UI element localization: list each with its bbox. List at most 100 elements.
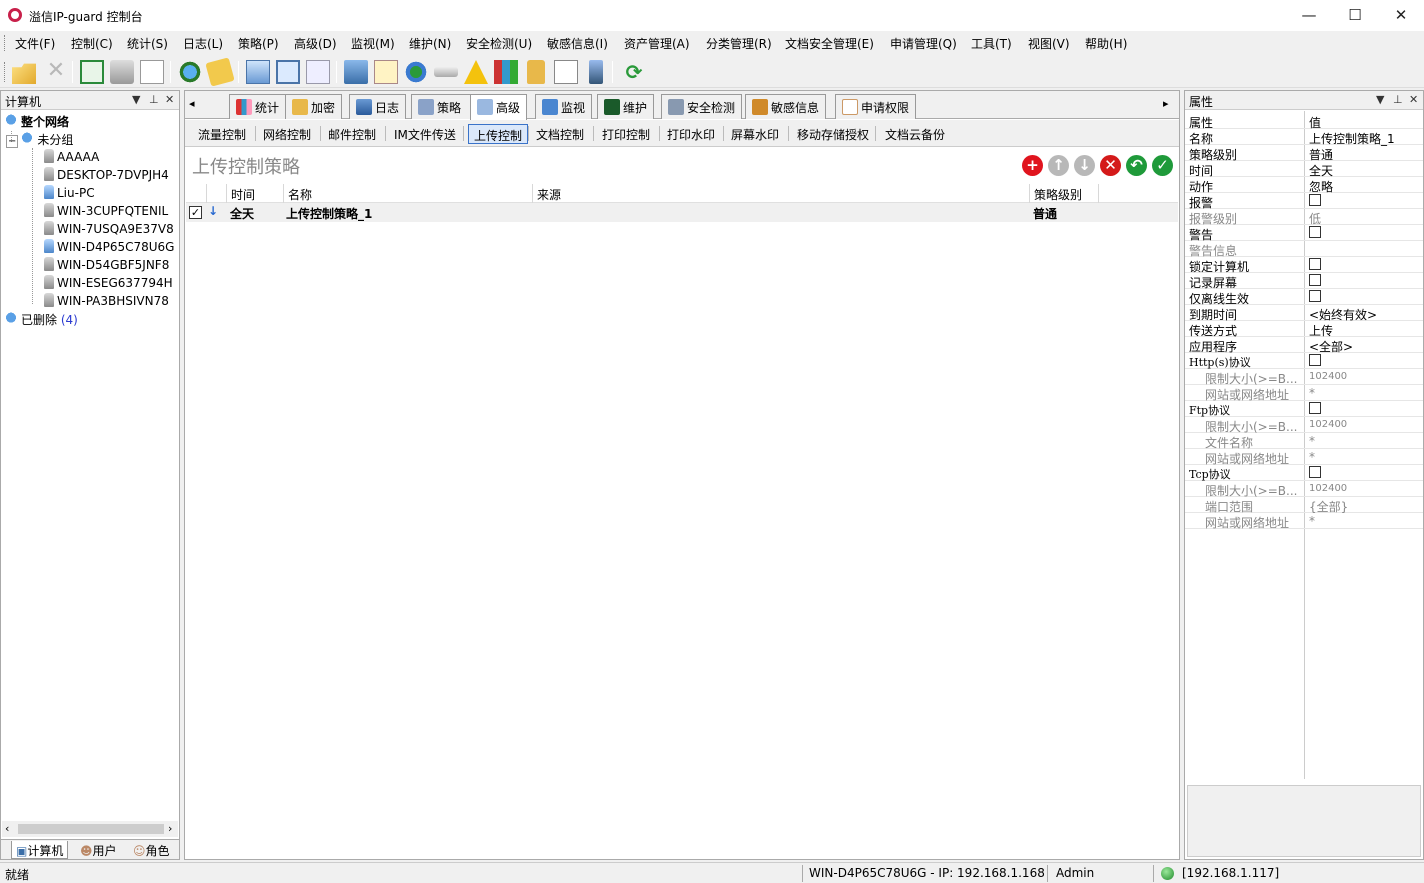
col-source[interactable]: 来源 — [537, 186, 561, 203]
pane-menu-icon[interactable]: ▼ — [1376, 93, 1384, 106]
col-name[interactable]: 名称 — [288, 186, 312, 203]
tab-log[interactable]: 日志 — [349, 94, 407, 119]
property-row[interactable]: 网站或网络地址 * — [1185, 513, 1423, 530]
menu-monitor[interactable]: 监视(M) — [351, 35, 395, 52]
disk-icon[interactable] — [434, 67, 458, 77]
menu-policy[interactable]: 策略(P) — [238, 35, 279, 52]
scroll-right-icon[interactable]: › — [168, 822, 172, 835]
menu-requests[interactable]: 申请管理(Q) — [890, 35, 957, 52]
property-row[interactable]: Http(s)协议 — [1185, 353, 1423, 369]
menubar-grip[interactable] — [4, 35, 7, 51]
property-value[interactable]: * — [1309, 450, 1315, 464]
property-row[interactable]: 时间 全天 — [1185, 161, 1423, 178]
property-row[interactable]: 传送方式 上传 — [1185, 321, 1423, 338]
tree-computer-selected[interactable]: WIN-D4P65C78U6G — [44, 239, 174, 257]
property-checkbox[interactable] — [1309, 226, 1321, 238]
menu-statistics[interactable]: 统计(S) — [127, 35, 168, 52]
tab-statistics[interactable]: 统计 — [229, 94, 287, 119]
subtab-screen-watermark[interactable]: 屏幕水印 — [726, 124, 784, 144]
property-checkbox[interactable] — [1309, 194, 1321, 206]
menu-help[interactable]: 帮助(H) — [1085, 35, 1127, 52]
property-checkbox[interactable] — [1309, 466, 1321, 478]
property-row[interactable]: 网站或网络地址 * — [1185, 385, 1423, 402]
property-row[interactable]: 限制大小(>=B... 102400 — [1185, 417, 1423, 434]
tab-maintain[interactable]: 维护 — [597, 94, 655, 119]
message-icon[interactable] — [374, 60, 398, 84]
tabs-scroll-right-icon[interactable]: ▸ — [1163, 97, 1169, 110]
pane-close-icon[interactable]: ✕ — [165, 93, 174, 106]
maximize-button[interactable]: ☐ — [1332, 0, 1378, 31]
property-value[interactable]: 102400 — [1309, 483, 1347, 494]
tree-computer[interactable]: AAAAA — [44, 149, 99, 167]
edit-icon[interactable] — [554, 60, 578, 84]
subtab-network-control[interactable]: 网络控制 — [258, 124, 316, 144]
scrollbar-thumb[interactable] — [18, 824, 164, 834]
document-icon[interactable] — [306, 60, 330, 84]
new-folder-icon[interactable] — [12, 63, 36, 84]
menu-doc-security[interactable]: 文档安全管理(E) — [785, 35, 874, 52]
subtab-document-control[interactable]: 文档控制 — [531, 124, 589, 144]
tree-deleted[interactable]: 已删除 (4) — [4, 311, 78, 329]
property-row[interactable]: 策略级别 普通 — [1185, 145, 1423, 162]
subtab-upload-control[interactable]: 上传控制 — [468, 124, 529, 144]
tree-computer[interactable]: WIN-D54GBF5JNF8 — [44, 257, 169, 275]
delete-policy-button[interactable]: ✕ — [1100, 155, 1121, 176]
globe-user-icon[interactable] — [178, 60, 202, 84]
menu-assets[interactable]: 资产管理(A) — [624, 35, 690, 52]
tree-group-ungrouped[interactable]: − 未分组 — [6, 131, 73, 149]
tab-computers[interactable]: ▣计算机 — [11, 841, 69, 859]
menu-maintain[interactable]: 维护(N) — [409, 35, 451, 52]
property-row[interactable]: 限制大小(>=B... 102400 — [1185, 369, 1423, 386]
import-icon[interactable] — [80, 60, 104, 84]
property-checkbox[interactable] — [1309, 274, 1321, 286]
property-row[interactable]: 端口范围 {全部} — [1185, 497, 1423, 514]
add-policy-button[interactable]: + — [1022, 155, 1043, 176]
subtab-mail-control[interactable]: 邮件控制 — [323, 124, 381, 144]
property-row[interactable]: 网站或网络地址 * — [1185, 449, 1423, 466]
monitor-icon[interactable] — [344, 60, 368, 84]
tree-computer[interactable]: WIN-3CUPFQTENIL — [44, 203, 168, 221]
menu-classification[interactable]: 分类管理(R) — [706, 35, 772, 52]
tree-root-network[interactable]: 整个网络 — [4, 113, 69, 131]
property-row[interactable]: 报警 — [1185, 193, 1423, 210]
property-row[interactable]: 名称 上传控制策略_1 — [1185, 129, 1423, 146]
pin-icon[interactable]: ⊥ — [149, 93, 159, 106]
property-row[interactable]: 警告 — [1185, 225, 1423, 242]
warning-icon[interactable] — [464, 60, 488, 84]
screen-search-icon[interactable] — [276, 60, 300, 84]
tab-monitor[interactable]: 监视 — [535, 94, 593, 119]
subtab-print-watermark[interactable]: 打印水印 — [662, 124, 720, 144]
table-row[interactable]: ✓ ↓ 全天 上传控制策略_1 普通 — [186, 203, 1178, 222]
row-enable-checkbox[interactable]: ✓ — [189, 206, 202, 219]
menu-control[interactable]: 控制(C) — [71, 35, 113, 52]
pin-icon[interactable]: ⊥ — [1393, 93, 1403, 106]
property-row[interactable]: Tcp协议 — [1185, 465, 1423, 481]
undo-button[interactable]: ↶ — [1126, 155, 1147, 176]
menu-view[interactable]: 视图(V) — [1028, 35, 1070, 52]
move-up-button[interactable]: ↑ — [1048, 155, 1069, 176]
property-row[interactable]: 动作 忽略 — [1185, 177, 1423, 194]
subtab-im-file-transfer[interactable]: IM文件传送 — [389, 124, 461, 144]
copy-icon[interactable] — [246, 60, 270, 84]
tab-encryption[interactable]: 加密 — [285, 94, 343, 119]
menu-advanced[interactable]: 高级(D) — [294, 35, 337, 52]
subtab-traffic-control[interactable]: 流量控制 — [193, 124, 251, 144]
print-preview-icon[interactable] — [140, 60, 164, 84]
tree-computer[interactable]: WIN-ESEG637794H — [44, 275, 173, 293]
toolbar-grip[interactable] — [4, 62, 7, 82]
delete-icon[interactable]: ✕ — [44, 60, 68, 84]
tree-computer[interactable]: WIN-7USQA9E37V8 — [44, 221, 174, 239]
property-row[interactable]: 报警级别低 — [1185, 209, 1423, 226]
property-row[interactable]: 记录屏幕 — [1185, 273, 1423, 290]
tree-computer[interactable]: WIN-PA3BHSIVN78 — [44, 293, 169, 311]
property-row[interactable]: 锁定计算机 — [1185, 257, 1423, 274]
property-row[interactable]: 警告信息 — [1185, 241, 1423, 258]
refresh-icon[interactable]: ⟳ — [622, 60, 646, 84]
tab-users[interactable]: ☻用户 — [76, 841, 121, 859]
pane-menu-icon[interactable]: ▼ — [132, 93, 140, 106]
property-row[interactable]: 限制大小(>=B... 102400 — [1185, 481, 1423, 498]
tree-computer[interactable]: Liu-PC — [44, 185, 95, 203]
col-policy-level[interactable]: 策略级别 — [1034, 186, 1082, 203]
menu-sensitive-info[interactable]: 敏感信息(I) — [547, 35, 608, 52]
tab-request-permission[interactable]: 申请权限 — [835, 94, 917, 119]
